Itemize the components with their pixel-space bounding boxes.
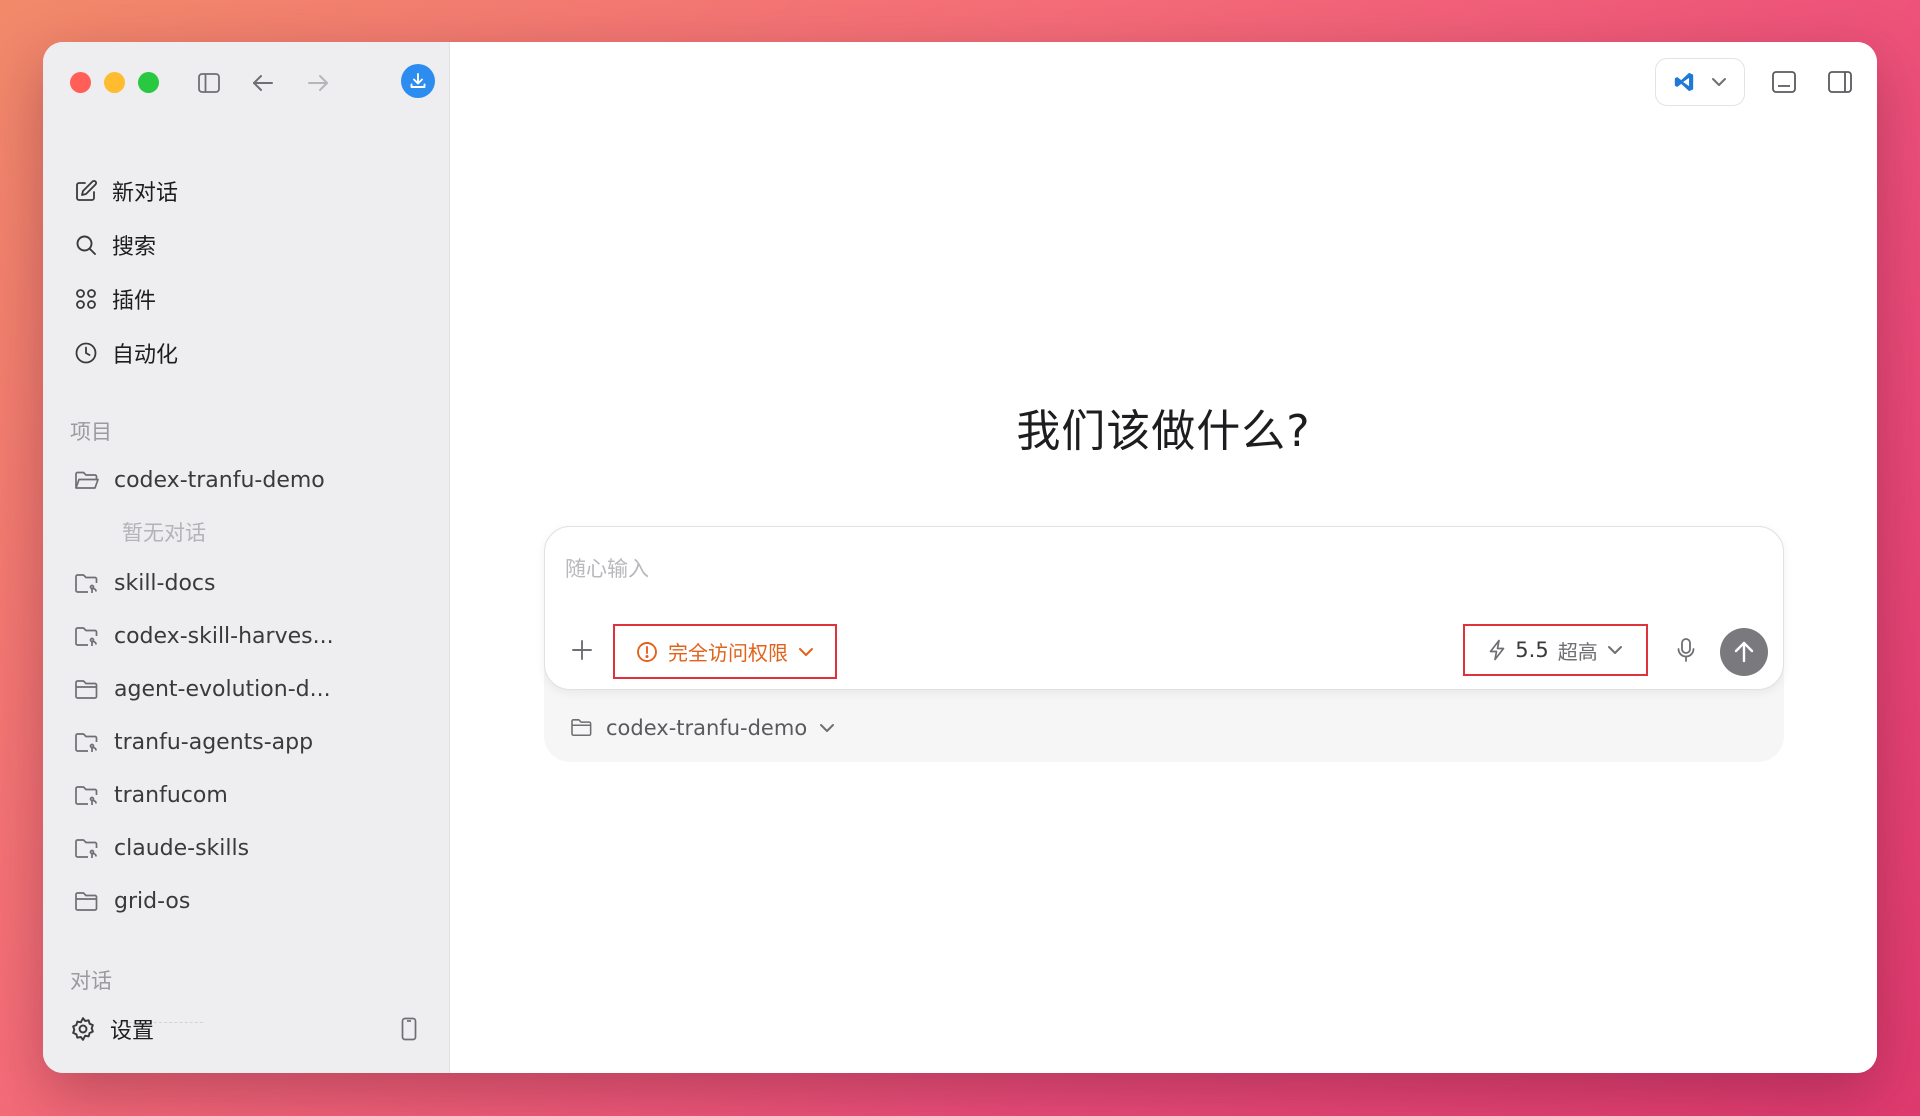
sidebar-nav: 新对话 搜索 插件 自动化: [70, 164, 430, 380]
project-item-skill-docs[interactable]: skill-docs: [70, 557, 430, 610]
gear-icon: [72, 1017, 94, 1041]
model-selector-dropdown[interactable]: 5.5 超高: [1463, 624, 1648, 676]
chevron-down-icon: [1712, 78, 1726, 86]
model-effort-label: 超高: [1557, 639, 1598, 664]
folder-icon: [571, 719, 592, 737]
project-label: codex-tranfu-demo: [114, 468, 325, 493]
top-toolbar: [1655, 58, 1857, 106]
plus-icon: [572, 640, 592, 660]
sidebar: 新对话 搜索 插件 自动化 项目 codex-tranfu-demo 暂无对话: [43, 42, 450, 1073]
project-item-codex-skill-harvester[interactable]: codex-skill-harves...: [70, 610, 430, 663]
download-update-button[interactable]: [401, 64, 435, 98]
app-window: 新对话 搜索 插件 自动化 项目 codex-tranfu-demo 暂无对话: [43, 42, 1877, 1073]
project-list: codex-tranfu-demo 暂无对话 skill-docs codex-…: [70, 454, 430, 928]
sidebar-item-search[interactable]: 搜索: [70, 218, 430, 272]
attach-button[interactable]: [567, 635, 597, 665]
sidebar-item-label: 自动化: [112, 343, 179, 368]
project-item-tranfucom[interactable]: tranfucom: [70, 769, 430, 822]
send-button[interactable]: [1720, 628, 1768, 676]
folder-git-icon: [75, 838, 98, 858]
composer-container: 完全访问权限 5.5 超高 codex-tranfu-demo: [544, 526, 1784, 762]
project-item-grid-os[interactable]: grid-os: [70, 875, 430, 928]
project-item-claude-skills[interactable]: claude-skills: [70, 822, 430, 875]
empty-conversations-text: 暂无对话: [122, 521, 206, 545]
project-label: claude-skills: [114, 836, 250, 861]
chevron-down-icon: [1607, 646, 1622, 654]
folder-git-icon: [75, 732, 98, 752]
close-window-button[interactable]: [70, 72, 91, 93]
project-label: codex-skill-harves...: [114, 624, 334, 649]
prompt-input[interactable]: [565, 549, 1745, 589]
plugins-grid-icon: [76, 289, 96, 309]
folder-open-icon: [75, 471, 99, 489]
toggle-right-panel-icon[interactable]: [1823, 65, 1857, 99]
toggle-bottom-panel-icon[interactable]: [1767, 65, 1801, 99]
warning-circle-icon: [637, 641, 657, 662]
project-item-tranfu-agents-app[interactable]: tranfu-agents-app: [70, 716, 430, 769]
access-permission-label: 完全访问权限: [668, 641, 788, 665]
voice-input-button[interactable]: [1669, 633, 1703, 667]
project-item-agent-evolution[interactable]: agent-evolution-d...: [70, 663, 430, 716]
project-item-codex-tranfu-demo[interactable]: codex-tranfu-demo: [70, 454, 430, 507]
edit-icon: [76, 180, 97, 201]
arrow-up-icon: [1734, 641, 1754, 663]
folder-git-icon: [75, 573, 98, 593]
back-arrow-icon[interactable]: [248, 68, 278, 98]
sidebar-item-label: 插件: [112, 289, 157, 314]
project-label: agent-evolution-d...: [114, 677, 331, 702]
search-icon: [76, 235, 96, 255]
project-label: grid-os: [114, 889, 191, 914]
project-label: tranfu-agents-app: [114, 730, 314, 755]
model-version: 5.5: [1515, 638, 1549, 662]
project-label: skill-docs: [114, 571, 216, 596]
zoom-window-button[interactable]: [138, 72, 159, 93]
sidebar-item-label: 新对话: [112, 181, 179, 206]
settings-button[interactable]: 设置: [70, 1013, 154, 1045]
sidebar-item-label: 搜索: [112, 235, 157, 260]
download-icon: [410, 73, 426, 88]
project-selector-label: codex-tranfu-demo: [606, 716, 808, 740]
sidebar-item-automation[interactable]: 自动化: [70, 326, 430, 380]
project-selector-dropdown[interactable]: codex-tranfu-demo: [570, 716, 835, 740]
folder-git-icon: [75, 626, 98, 646]
mobile-device-icon[interactable]: [396, 1015, 422, 1043]
chevron-down-icon: [820, 724, 835, 732]
minimize-window-button[interactable]: [104, 72, 125, 93]
access-permission-dropdown[interactable]: 完全访问权限: [613, 624, 837, 679]
open-in-editor-dropdown[interactable]: [1655, 58, 1745, 106]
folder-icon: [75, 679, 98, 699]
sidebar-toggle-icon[interactable]: [194, 68, 224, 98]
clock-icon: [75, 342, 97, 364]
settings-label: 设置: [110, 1019, 155, 1044]
chevron-down-icon: [799, 647, 813, 656]
main-panel: 我们该做什么? 完全访问权限 5.5 超高: [450, 42, 1877, 1073]
forward-arrow-icon[interactable]: [303, 68, 333, 98]
folder-git-icon: [75, 785, 98, 805]
projects-section-label: 项目: [70, 420, 112, 444]
microphone-icon: [1677, 638, 1695, 662]
lightning-icon: [1489, 639, 1505, 661]
sidebar-footer: 设置: [70, 1009, 422, 1049]
vscode-icon: [1674, 72, 1694, 92]
folder-icon: [75, 891, 98, 911]
window-controls: [70, 72, 159, 93]
composer: 完全访问权限 5.5 超高: [544, 526, 1784, 690]
project-label: tranfucom: [114, 783, 228, 808]
conversations-section-label: 对话: [70, 969, 112, 993]
sidebar-item-plugins[interactable]: 插件: [70, 272, 430, 326]
sidebar-item-new-chat[interactable]: 新对话: [70, 164, 430, 218]
page-title: 我们该做什么?: [1016, 406, 1311, 457]
